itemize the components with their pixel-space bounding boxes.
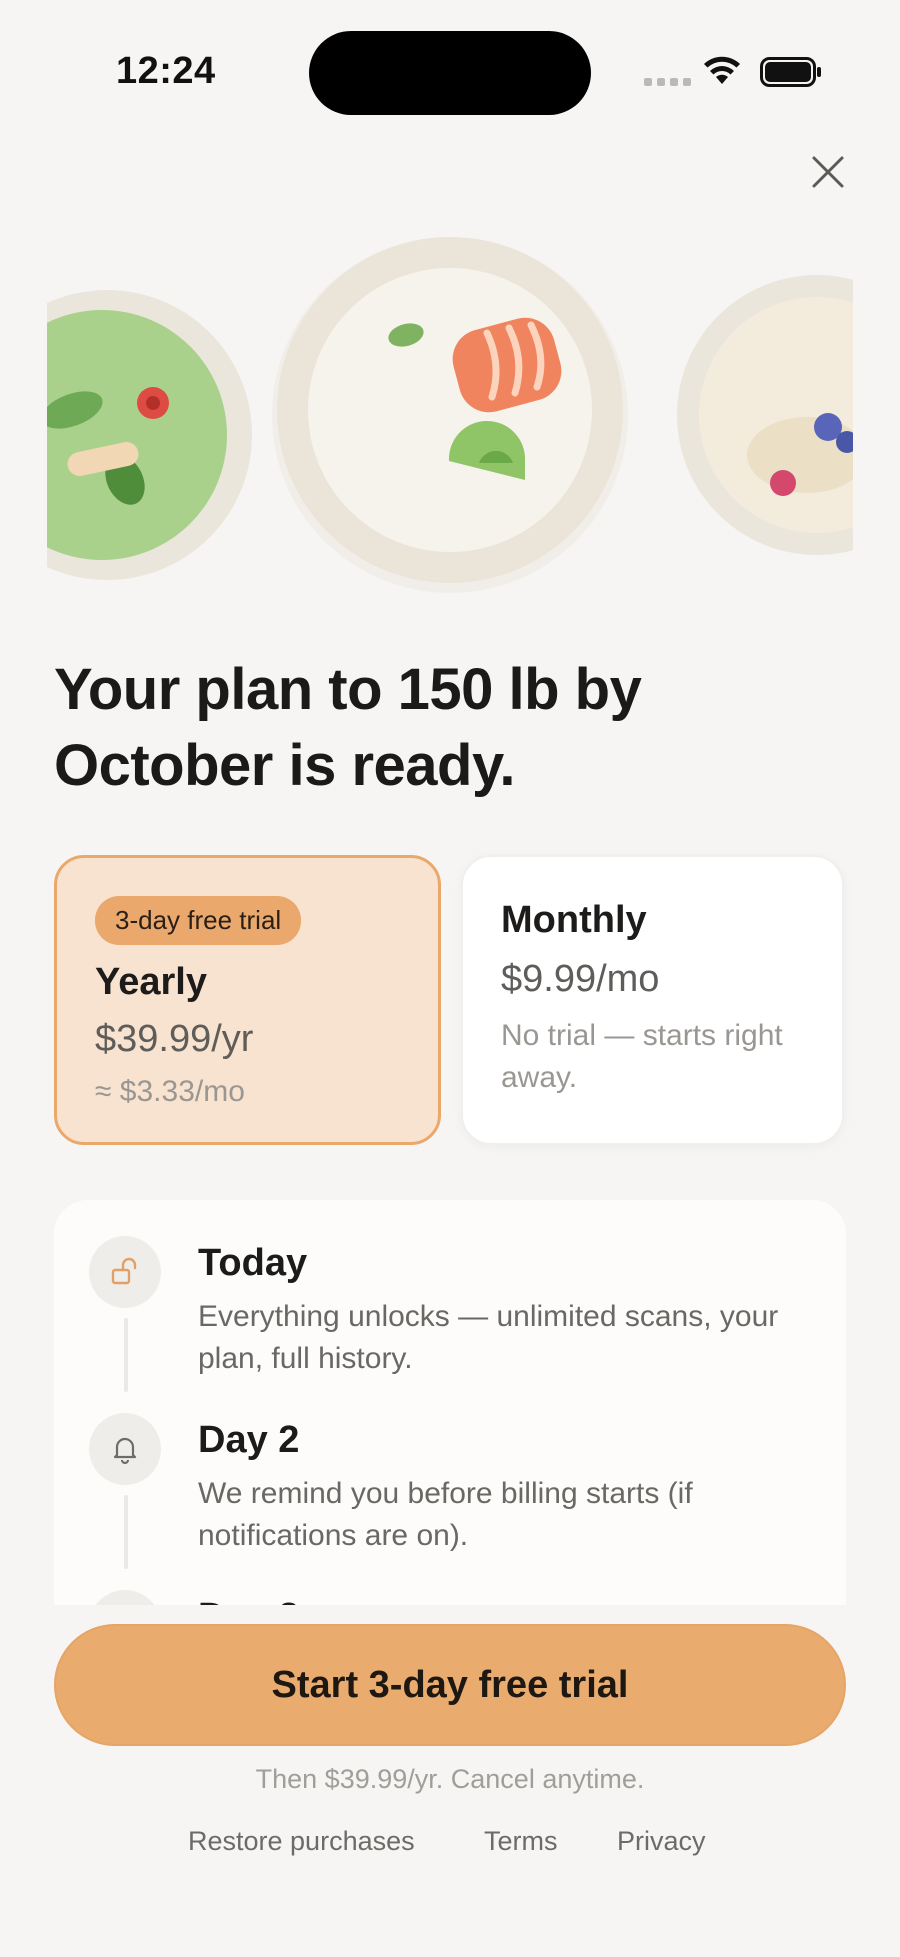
page-title: Your plan to 150 lb by October is ready.: [54, 657, 642, 798]
plan-price-monthly: $9.99/mo: [501, 958, 660, 1000]
unlock-icon: [89, 1236, 161, 1308]
billing-note: Then $39.99/yr. Cancel anytime.: [255, 1764, 645, 1794]
status-time: 12:24: [116, 50, 216, 92]
plan-name-yearly: Yearly: [95, 961, 207, 1003]
cellular-signal-icon: [644, 78, 691, 86]
plan-price-yearly: $39.99/yr: [95, 1018, 254, 1060]
terms-link[interactable]: Terms: [484, 1826, 558, 1857]
restore-purchases-link[interactable]: Restore purchases: [188, 1826, 415, 1857]
salad-plate-illustration: [47, 290, 252, 580]
privacy-link[interactable]: Privacy: [617, 1826, 706, 1857]
wifi-icon: [704, 56, 740, 84]
timeline-connector: [124, 1495, 128, 1569]
trial-timeline[interactable]: Today Everything unlocks — unlimited sca…: [54, 1200, 846, 1605]
food-plates-illustration: [47, 225, 853, 605]
bell-icon: [89, 1413, 161, 1485]
close-icon: [812, 156, 844, 188]
card-icon: [89, 1590, 161, 1605]
start-trial-button[interactable]: Start 3-day free trial: [54, 1624, 846, 1746]
battery-icon: [760, 57, 821, 87]
status-bar: 12:24: [0, 0, 900, 140]
salmon-plate-illustration: [272, 237, 628, 593]
dynamic-island: [309, 31, 591, 115]
timeline-title: Day 3: [198, 1596, 299, 1605]
plan-monthly-equivalent: ≈ $3.33/mo: [95, 1075, 245, 1108]
timeline-connector: [124, 1318, 128, 1392]
trial-badge: 3-day free trial: [95, 896, 302, 945]
oatmeal-plate-illustration: [677, 275, 853, 555]
timeline-title: Day 2: [198, 1419, 300, 1461]
plan-card-yearly[interactable]: 3-day free trial Yearly $39.99/yr ≈ $3.3…: [54, 855, 441, 1145]
close-button[interactable]: [808, 152, 848, 192]
timeline-description: We remind you before billing starts (if …: [198, 1477, 693, 1552]
plan-card-monthly[interactable]: Monthly $9.99/mo No trial — starts right…: [461, 855, 844, 1145]
plan-note-monthly: No trial — starts right away.: [501, 1019, 783, 1094]
timeline-title: Today: [198, 1242, 308, 1284]
timeline-description: Everything unlocks — unlimited scans, yo…: [198, 1300, 779, 1375]
plan-name-monthly: Monthly: [501, 899, 647, 941]
